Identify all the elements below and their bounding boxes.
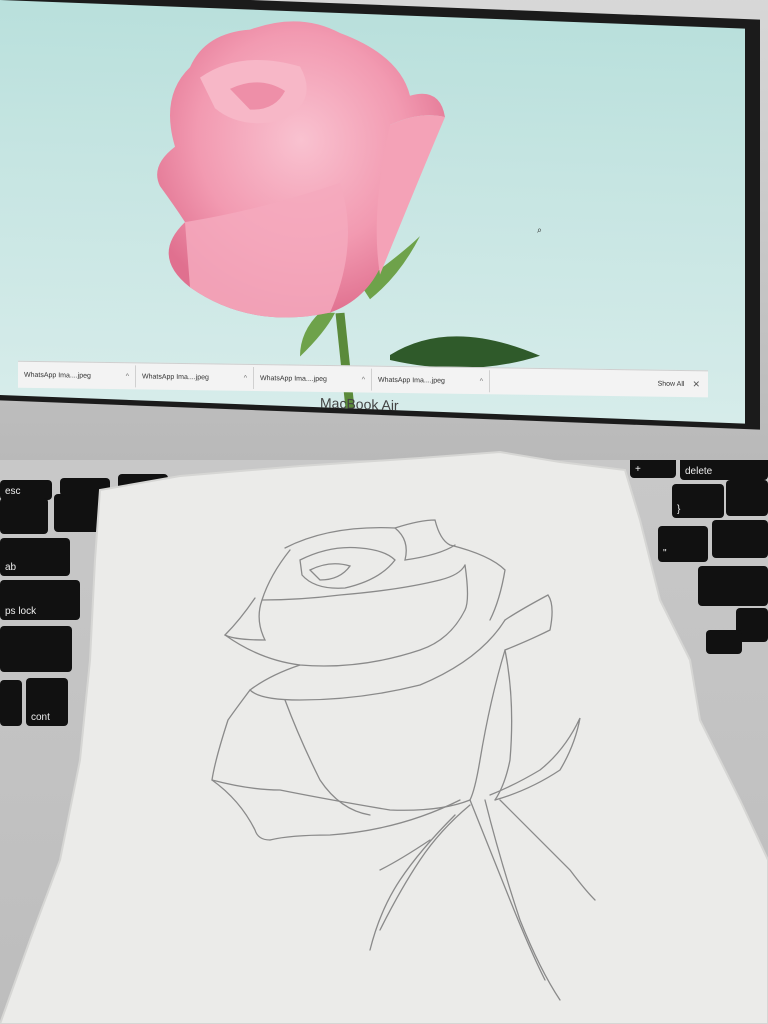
- photo-scene: esc ab ps lock cont delete + } " ⌕ Whats…: [0, 0, 768, 1024]
- sketch-paper: [0, 450, 768, 1024]
